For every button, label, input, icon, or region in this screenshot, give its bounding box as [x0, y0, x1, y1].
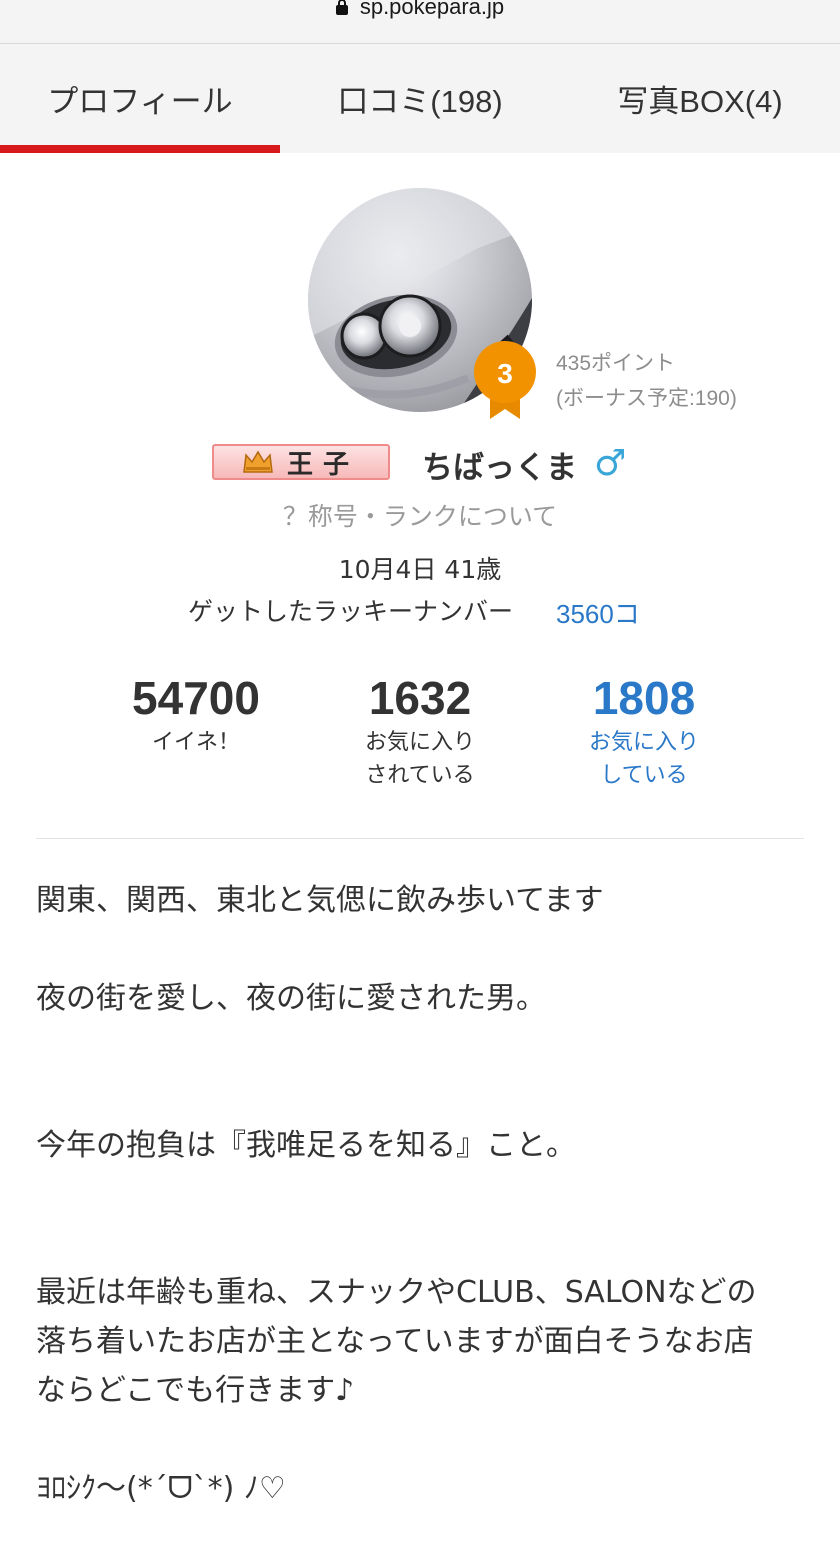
favoriting-count: 1808 [592, 672, 696, 724]
bio-line: 夜の街を愛し、夜の街に愛された男。 [36, 981, 546, 1016]
points-info: 435ポイント (ボーナス予定:190) [556, 346, 737, 416]
likes-label: イイネ！ [151, 730, 240, 755]
tab-photo-box[interactable]: 写真BOX(4) [560, 44, 840, 153]
bio-text: 関東、関西、東北と気偲に飲み歩いてます 夜の街を愛し、夜の街に愛された男。 今年… [36, 876, 806, 1513]
bio-line: 最近は年齢も重ね、スナックやCLUB、SALONなどの [36, 1275, 757, 1310]
male-icon: ♂ [594, 443, 627, 484]
lock-icon [335, 0, 348, 15]
profile-tabs: プロフィール 口コミ(198) 写真BOX(4) [0, 44, 840, 153]
favorited-by-label-1: お気に入り [364, 730, 475, 755]
bonus-points: (ボーナス予定:190) [556, 387, 737, 410]
favoriting-label-1: お気に入り [588, 730, 699, 755]
favorited-by-stat[interactable]: 1632 お気に入り されている [320, 670, 520, 792]
username: ちばっくま [422, 450, 577, 486]
browser-url-bar[interactable]: sp.pokepara.jp [0, 0, 840, 44]
name-row: 王子 ちばっくま ♂ [0, 438, 840, 486]
favorited-by-label-2: されている [365, 763, 475, 788]
likes-stat: 54700 イイネ！ [96, 670, 296, 759]
bio-line: 落ち着いたお店が主となっていますが面白そうなお店 [36, 1324, 754, 1359]
points-value: 435ポイント [556, 352, 676, 375]
birthday-age: 10月4日 41歳 [338, 555, 502, 584]
bio-line: ﾖﾛｼｸ～(*´ᗜ`*) ﾉ♡ [36, 1471, 286, 1506]
bio-line: ならどこでも行きます♪ [36, 1373, 355, 1408]
tab-reviews[interactable]: 口コミ(198) [280, 44, 560, 153]
bio-line: 関東、関西、東北と気偲に飲み歩いてます [36, 883, 604, 918]
section-divider [36, 838, 804, 839]
favorited-by-count: 1632 [368, 672, 472, 724]
url-text[interactable]: sp.pokepara.jp [360, 0, 504, 20]
favoriting-label-2: している [600, 763, 688, 788]
rank-info-link[interactable]: ？称号・ランクについて [0, 497, 840, 533]
crown-icon [243, 450, 273, 473]
bio-line: 今年の抱負は『我唯足るを知る』こと。 [36, 1128, 576, 1163]
rank-medal-icon: 3 [474, 341, 536, 419]
title-text: 王子 [286, 449, 359, 480]
likes-count: 54700 [132, 672, 260, 724]
title-badge: 王子 [212, 444, 390, 480]
favoriting-stat[interactable]: 1808 お気に入り している [544, 670, 744, 792]
lucky-number-label: ゲットしたラッキーナンバー [188, 597, 514, 626]
tab-profile[interactable]: プロフィール [0, 44, 280, 153]
rank-level: 3 [497, 358, 513, 389]
lucky-number-value[interactable]: 3560コ [556, 594, 640, 631]
